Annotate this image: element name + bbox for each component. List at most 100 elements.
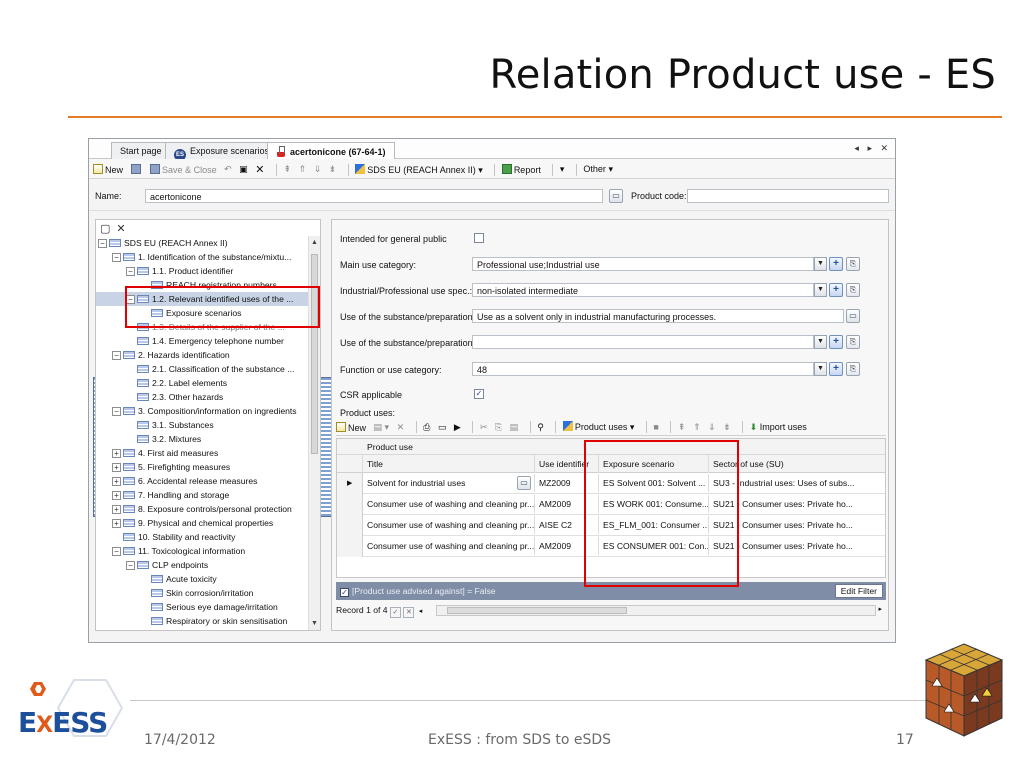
tree-node[interactable]: − 3. Composition/information on ingredien… (96, 404, 308, 418)
column-header-exposure-scenario[interactable]: Exposure scenario (599, 455, 709, 473)
use-prep-2-dropdown-icon[interactable]: ▼ (814, 335, 827, 349)
table-cell[interactable]: AISE C2 (535, 516, 599, 534)
table-cell[interactable]: ES Solvent 001: Solvent ... (599, 474, 709, 492)
product-uses-dropdown[interactable]: Product uses ▾ (562, 421, 634, 433)
tree-node[interactable]: − 2. Hazards identification (96, 348, 308, 362)
expand-toggle-icon[interactable]: + (112, 519, 121, 528)
expand-toggle-icon[interactable]: − (112, 253, 121, 262)
expand-toggle-icon[interactable]: − (126, 561, 135, 570)
grid-view-dropdown[interactable]: ▾ (93, 164, 643, 517)
scroll-left-icon[interactable]: ◂ (419, 608, 423, 615)
grid-edit-dropdown[interactable]: ▤ ▾ (374, 422, 390, 433)
undo-button[interactable]: ↶ (224, 164, 232, 175)
row-indicator[interactable] (337, 494, 363, 515)
grid-paste-button[interactable]: ▤ (510, 422, 519, 433)
expand-toggle-icon[interactable]: − (112, 547, 121, 556)
main-use-copy-button[interactable]: ⎘ (846, 257, 860, 271)
tree-node[interactable]: 10. Stability and reactivity (96, 530, 308, 544)
product-code-input[interactable] (687, 189, 889, 203)
ind-prof-copy-button[interactable]: ⎘ (846, 283, 860, 297)
tree-node[interactable]: Respiratory or skin sensitisation (96, 614, 308, 628)
tree-node[interactable]: +5. Firefighting measures (96, 460, 308, 474)
tree-node[interactable]: − 1.1. Product identifier (96, 264, 308, 278)
import-uses-button[interactable]: ⬇ Import uses (750, 422, 807, 433)
record-confirm-button[interactable]: ✓ (389, 607, 401, 618)
tree-node[interactable]: Exposure scenarios (96, 306, 308, 320)
tree-node[interactable]: − 11. Toxicological information (96, 544, 308, 558)
ind-prof-dropdown-icon[interactable]: ▼ (814, 283, 827, 297)
table-cell[interactable]: Solvent for industrial uses (363, 474, 535, 492)
use-prep-field[interactable]: Use as a solvent only in industrial manu… (472, 309, 844, 323)
move-bottom-button[interactable]: ⇟ (329, 164, 337, 175)
remove-node-icon[interactable]: ✕ (116, 223, 125, 235)
row-indicator[interactable]: ▶ (337, 473, 363, 494)
filter-checkbox[interactable]: ✓ (340, 588, 349, 597)
tree-node[interactable]: 1.4. Emergency telephone number (96, 334, 308, 348)
grid-move-up-button[interactable]: ⇑ (693, 422, 701, 433)
main-use-add-button[interactable]: + (829, 257, 843, 271)
add-node-icon[interactable]: ▢ (100, 223, 110, 235)
csr-checkbox[interactable]: ✓ (474, 389, 484, 399)
use-prep-2-add-button[interactable]: + (829, 335, 843, 349)
tab-exposure-scenarios[interactable]: ES Exposure scenarios (165, 142, 279, 161)
tab-acertonicone[interactable]: acertonicone (67-64-1) (267, 142, 395, 159)
tree-node[interactable]: 3.2. Mixtures (96, 432, 308, 446)
use-prep-lookup-button[interactable]: ▭ (846, 309, 860, 323)
expand-toggle-icon[interactable]: − (98, 239, 107, 248)
name-input[interactable]: acertonicone (145, 189, 603, 203)
tree-node[interactable]: +6. Accidental release measures (96, 474, 308, 488)
table-cell[interactable]: AM2009 (535, 537, 599, 555)
tree-node[interactable]: − CLP endpoints (96, 558, 308, 572)
grid-delete-button[interactable]: ✕ (397, 422, 405, 433)
scroll-up-icon[interactable]: ▲ (311, 239, 318, 246)
table-row[interactable]: Consumer use of washing and cleaning pr.… (337, 536, 885, 557)
grid-scroll-thumb[interactable] (447, 607, 627, 614)
tree-node[interactable]: +4. First aid measures (96, 446, 308, 460)
table-cell[interactable]: MZ2009 (535, 474, 599, 492)
table-cell[interactable]: SU21 - Consumer uses: Private ho... (709, 537, 887, 555)
grid-move-top-button[interactable]: ⇞ (678, 422, 686, 433)
grid-horizontal-scrollbar[interactable] (436, 605, 876, 616)
sds-format-dropdown[interactable]: SDS EU (REACH Annex II) ▾ (355, 163, 483, 176)
tree-node[interactable]: 1.3. Details of the supplier of the ... (96, 320, 308, 334)
expand-toggle-icon[interactable]: + (112, 505, 121, 514)
expand-toggle-icon[interactable]: − (126, 267, 135, 276)
table-cell[interactable]: SU21 - Consumer uses: Private ho... (709, 516, 887, 534)
grid-print-button[interactable]: ⎙ (423, 422, 430, 433)
table-cell[interactable]: Consumer use of washing and cleaning pr.… (363, 537, 535, 555)
tree-node[interactable]: − 1.2. Relevant identified uses of the ..… (96, 292, 308, 306)
intended-public-checkbox[interactable] (474, 233, 484, 243)
table-cell[interactable]: AM2009 (535, 495, 599, 513)
function-field[interactable]: 48 (472, 362, 814, 376)
tree-node[interactable]: REACH registration numbers (96, 278, 308, 292)
report-button[interactable]: Report (501, 164, 541, 175)
edit-button[interactable]: ▣ (239, 164, 248, 175)
move-up-button[interactable]: ⇑ (299, 164, 307, 175)
ind-prof-field[interactable]: non-isolated intermediate (472, 283, 814, 297)
tree-node[interactable]: Skin corrosion/irritation (96, 586, 308, 600)
use-prep-2-copy-button[interactable]: ⎘ (846, 335, 860, 349)
tree-node[interactable]: +8. Exposure controls/personal protectio… (96, 502, 308, 516)
function-dropdown-icon[interactable]: ▼ (814, 362, 827, 376)
new-button[interactable]: New (93, 164, 123, 175)
tree-node[interactable]: − SDS EU (REACH Annex II) (96, 236, 308, 250)
row-indicator[interactable] (337, 536, 363, 557)
move-down-button[interactable]: ⇓ (314, 164, 322, 175)
grid-new-button[interactable]: New (336, 421, 366, 433)
use-prep-2-field[interactable] (472, 335, 814, 349)
ind-prof-add-button[interactable]: + (829, 283, 843, 297)
scroll-down-icon[interactable]: ▼ (311, 620, 318, 627)
tab-start-page[interactable]: Start page (111, 142, 171, 159)
tree-node[interactable]: − 1. Identification of the substance/mixt… (96, 250, 308, 264)
expand-toggle-icon[interactable]: + (112, 463, 121, 472)
table-row[interactable]: Consumer use of washing and cleaning pr.… (337, 494, 885, 515)
row-indicator[interactable] (337, 515, 363, 536)
grid-export-button[interactable]: ▶ (454, 422, 461, 433)
expand-toggle-icon[interactable]: − (112, 351, 121, 360)
move-top-button[interactable]: ⇞ (283, 164, 291, 175)
grid-cut-button[interactable]: ✂ (480, 422, 488, 433)
table-cell[interactable]: ES_FLM_001: Consumer ... (599, 516, 709, 534)
record-cancel-button[interactable]: ✕ (403, 607, 415, 618)
scroll-right-icon[interactable]: ▸ (878, 605, 882, 613)
function-copy-button[interactable]: ⎘ (846, 362, 860, 376)
